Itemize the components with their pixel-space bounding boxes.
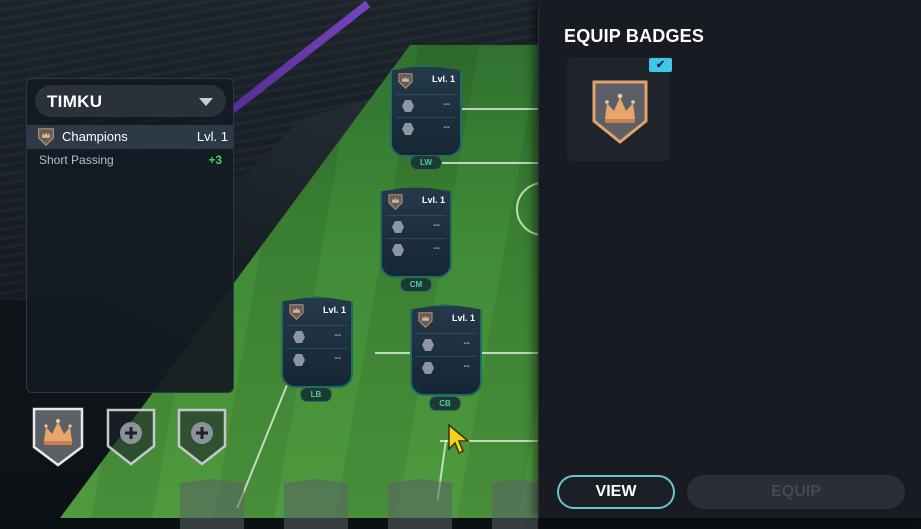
position-label-cb: CB xyxy=(429,396,461,411)
player-card-partial[interactable] xyxy=(492,479,538,529)
card-level: Lvl. 1 xyxy=(451,313,475,323)
hexagon-icon xyxy=(422,362,434,374)
stat-row: Short Passing +3 xyxy=(27,150,233,172)
hexagon-icon xyxy=(402,100,414,112)
crown-shield-icon xyxy=(418,312,433,328)
card-slot-row: -- xyxy=(396,94,456,117)
card-slot-row: -- xyxy=(386,215,446,238)
hexagon-icon xyxy=(392,221,404,233)
card-level: Lvl. 1 xyxy=(322,305,346,315)
player-card-partial[interactable] xyxy=(284,479,348,529)
badge-slot-3[interactable] xyxy=(176,407,228,467)
player-card-partial[interactable] xyxy=(180,479,244,529)
player-card-cm[interactable]: Lvl. 1 -- -- xyxy=(380,186,452,278)
equip-badges-panel: EQUIP BADGES ✔ VIEW EQUIP xyxy=(538,0,921,518)
equipped-check-icon: ✔ xyxy=(649,58,672,72)
stat-name: Short Passing xyxy=(39,153,114,167)
card-slot-row: -- xyxy=(416,356,476,379)
player-name: TIMKU xyxy=(47,92,103,111)
card-level: Lvl. 1 xyxy=(421,195,445,205)
player-select-dropdown[interactable]: TIMKU xyxy=(35,85,226,117)
hexagon-icon xyxy=(392,244,404,256)
badge-level: Lvl. 1 xyxy=(196,129,228,144)
card-slot-row: -- xyxy=(416,333,476,356)
hexagon-icon xyxy=(422,339,434,351)
slot-value: -- xyxy=(463,361,470,372)
card-slot-row: -- xyxy=(386,238,446,261)
badge-slot-1[interactable] xyxy=(32,407,84,467)
crown-shield-icon xyxy=(38,128,54,146)
card-slot-row: -- xyxy=(396,117,456,140)
pitch-line xyxy=(460,108,540,110)
card-level: Lvl. 1 xyxy=(431,74,455,84)
player-card-partial[interactable] xyxy=(388,479,452,529)
equip-button[interactable]: EQUIP xyxy=(687,475,905,509)
plus-icon xyxy=(120,422,142,444)
badge-name: Champions xyxy=(62,129,128,144)
card-slot-row: -- xyxy=(287,348,347,371)
player-badge-panel: TIMKU Champions Lvl. 1 Short Passing +3 xyxy=(26,78,234,393)
chevron-down-icon xyxy=(199,98,213,106)
position-label-lb: LB xyxy=(300,387,332,402)
badge-slot-2[interactable] xyxy=(105,407,157,467)
badge-row-champions[interactable]: Champions Lvl. 1 xyxy=(27,125,233,149)
badge-option-champions[interactable] xyxy=(567,57,669,161)
mouse-cursor-icon xyxy=(448,423,471,455)
position-label-cm: CM xyxy=(400,277,432,292)
slot-value: -- xyxy=(334,330,341,341)
crown-shield-icon xyxy=(388,194,403,210)
pitch-line xyxy=(430,162,540,164)
stat-value: +3 xyxy=(208,153,222,167)
hexagon-icon xyxy=(402,123,414,135)
hexagon-icon xyxy=(293,354,305,366)
slot-value: -- xyxy=(443,99,450,110)
crown-shield-icon xyxy=(289,304,304,320)
player-card-lw[interactable]: Lvl. 1 -- -- xyxy=(390,65,462,157)
crown-shield-icon xyxy=(398,73,413,89)
slot-value: -- xyxy=(443,122,450,133)
player-card-lb[interactable]: Lvl. 1 -- -- xyxy=(281,296,353,388)
slot-value: -- xyxy=(433,220,440,231)
card-slot-row: -- xyxy=(287,325,347,348)
panel-title: EQUIP BADGES xyxy=(564,26,705,46)
hexagon-icon xyxy=(293,331,305,343)
crown-shield-icon xyxy=(592,80,648,144)
position-label-lw: LW xyxy=(410,155,442,170)
slot-value: -- xyxy=(463,338,470,349)
player-card-cb[interactable]: Lvl. 1 -- -- xyxy=(410,304,482,396)
slot-value: -- xyxy=(334,353,341,364)
plus-icon xyxy=(191,422,213,444)
view-button[interactable]: VIEW xyxy=(557,475,675,509)
slot-value: -- xyxy=(433,243,440,254)
